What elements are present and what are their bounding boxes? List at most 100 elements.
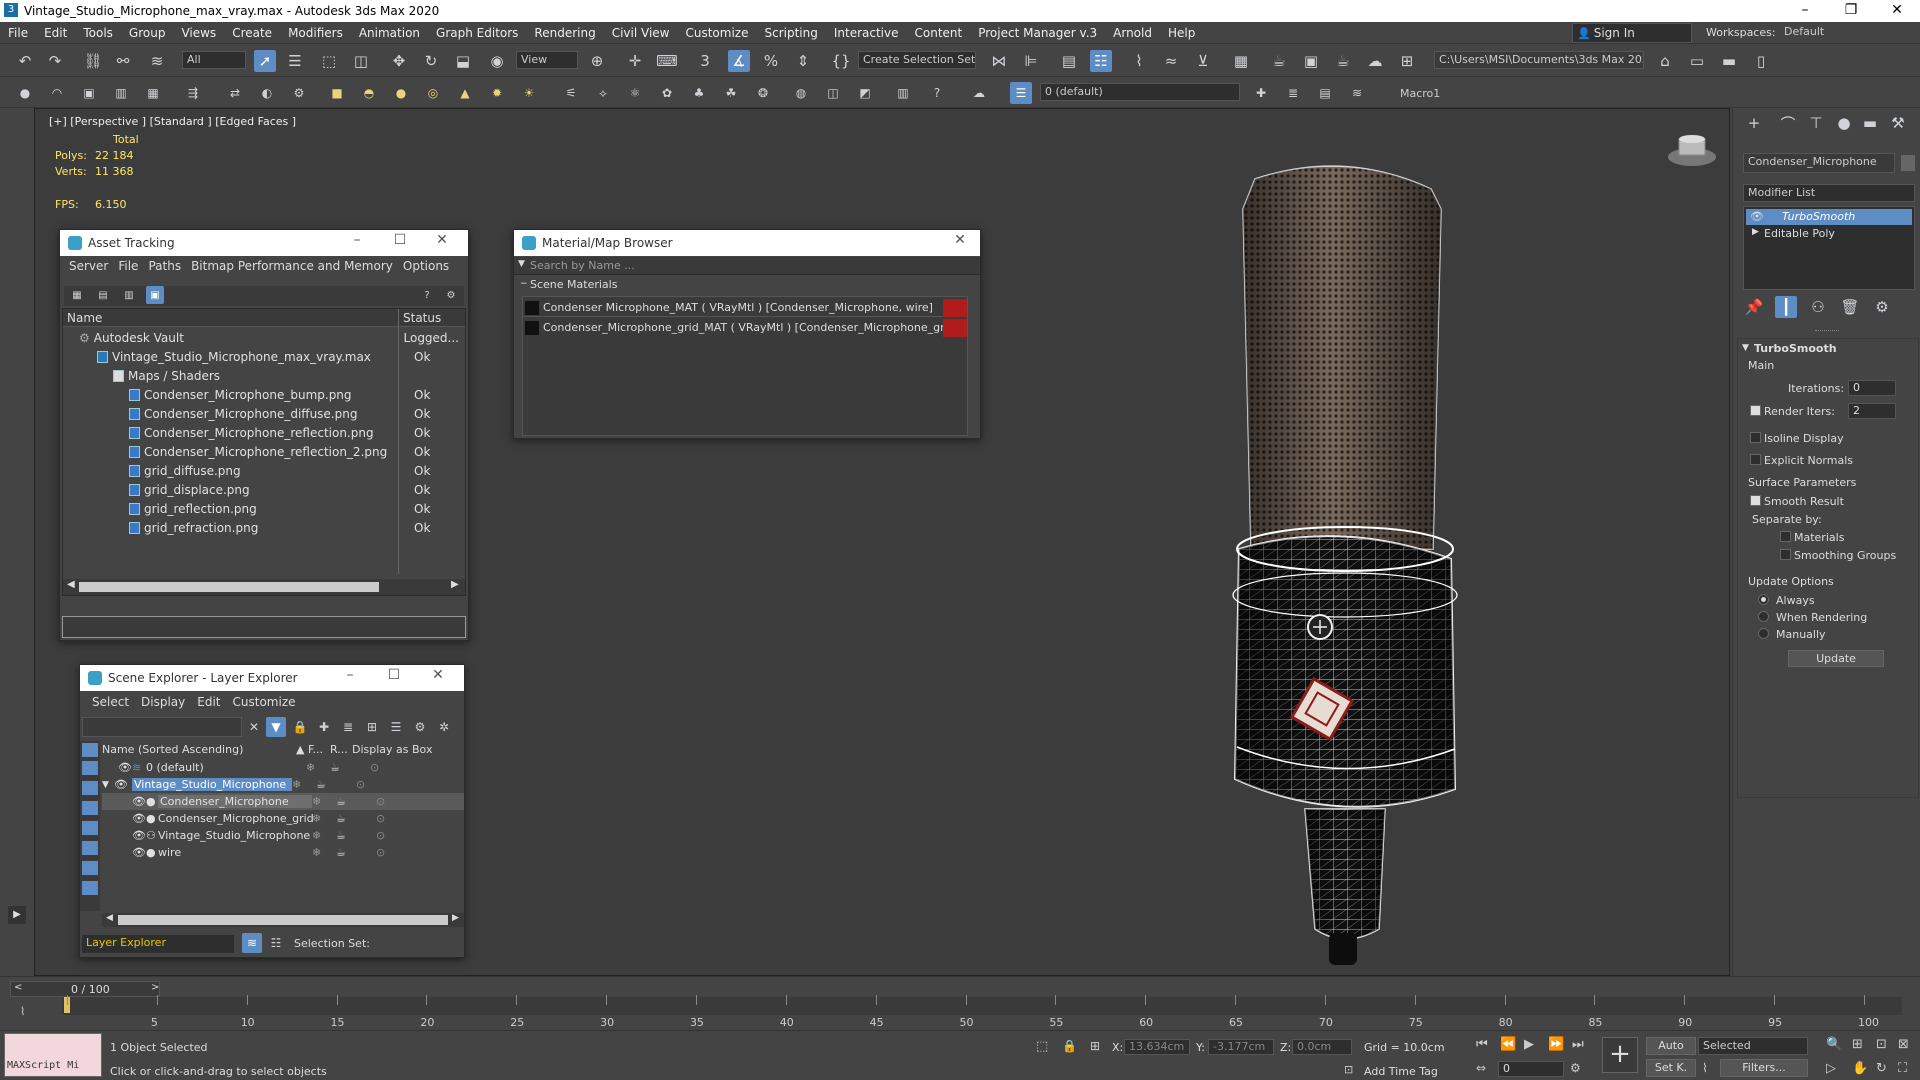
selection-filter-dropdown[interactable]: All xyxy=(182,51,246,69)
list-item[interactable]: Condenser_Microphone_bump.png Ok xyxy=(129,385,449,404)
display-lights-icon[interactable] xyxy=(82,781,98,795)
display-shapes-icon[interactable] xyxy=(82,761,98,775)
menu-interactive[interactable]: Interactive xyxy=(826,26,907,40)
minimize-button[interactable]: – xyxy=(332,667,368,683)
hierarchy-mode-icon[interactable]: ☷ xyxy=(266,933,286,953)
layer-dropdown[interactable]: 0 (default) xyxy=(1040,83,1240,101)
materials-checkbox[interactable] xyxy=(1780,531,1791,542)
table-row[interactable]: 👁 ⚇ Vintage_Studio_Microphone ❄ ☕ ⊙ xyxy=(102,827,464,844)
minimize-button[interactable]: – xyxy=(339,232,375,248)
stack-item-turbosmooth[interactable]: 👁 TurboSmooth xyxy=(1746,209,1912,225)
percent-snap-icon[interactable]: % xyxy=(760,50,782,72)
tool-l-icon[interactable]: ◩ xyxy=(854,82,876,104)
box-icon[interactable]: ⊙ xyxy=(376,829,385,842)
freeze-icon[interactable]: ❄ xyxy=(312,829,336,842)
close-button[interactable]: ✕ xyxy=(420,667,456,683)
scroll-right-icon[interactable]: ▶ xyxy=(451,579,459,590)
ref-coord-dropdown[interactable]: View xyxy=(516,51,578,69)
settings-icon[interactable]: ⚙ xyxy=(442,286,460,304)
tool-o-icon[interactable]: ☁ xyxy=(968,82,990,104)
prev-frame-icon[interactable]: < xyxy=(14,982,22,993)
selection-lock-icon[interactable]: 🔒 xyxy=(1062,1039,1077,1053)
render-icon[interactable]: ☕ xyxy=(316,778,356,791)
menu-scripting[interactable]: Scripting xyxy=(756,26,825,40)
prev-key-icon[interactable]: ⏪ xyxy=(1500,1037,1516,1052)
table-row[interactable]: 👁 ● Condenser_Microphone ❄ ☕ ⊙ xyxy=(102,793,464,810)
align-icon[interactable]: ⊫ xyxy=(1020,50,1042,72)
rendered-frame-icon[interactable]: ▣ xyxy=(1300,50,1322,72)
modifier-list-dropdown[interactable]: Modifier List xyxy=(1743,184,1915,202)
list-item[interactable]: Condenser_Microphone_reflection_2.png Ok xyxy=(129,442,449,461)
move-icon[interactable]: ✥ xyxy=(388,50,410,72)
add-to-layer-icon[interactable]: ⊞ xyxy=(362,717,382,737)
key-filters-icon[interactable]: ⌇ xyxy=(1702,1061,1708,1075)
scroll-thumb[interactable] xyxy=(118,915,448,925)
menu-customize[interactable]: Customize xyxy=(677,26,756,40)
menu-file[interactable]: File xyxy=(0,26,36,40)
menu-bitmap-performance[interactable]: Bitmap Performance and Memory xyxy=(186,259,398,273)
search-options-icon[interactable]: ▼ xyxy=(518,259,525,269)
menu-arnold[interactable]: Arnold xyxy=(1105,26,1160,40)
shapes-icon[interactable]: ◠ xyxy=(46,82,68,104)
time-tag-icon[interactable]: ⊡ xyxy=(1344,1063,1353,1076)
menu-edit[interactable]: Edit xyxy=(36,26,75,40)
expand-arrow-icon[interactable]: ▶ xyxy=(8,906,26,924)
scroll-left-icon[interactable]: ◀ xyxy=(106,913,113,923)
systems-icon[interactable]: ⇄ xyxy=(224,82,246,104)
menu-content[interactable]: Content xyxy=(907,26,971,40)
viewport-label[interactable]: [+] [Perspective ] [Standard ] [Edged Fa… xyxy=(49,115,296,128)
asset-table-icon[interactable]: ▣ xyxy=(146,286,164,304)
zoom-icon[interactable]: 🔍 xyxy=(1826,1037,1842,1052)
scroll-right-icon[interactable]: ▶ xyxy=(452,913,459,923)
project-settings-icon[interactable]: ▯ xyxy=(1750,50,1772,72)
stack-item-editable-poly[interactable]: ▶ Editable Poly xyxy=(1746,226,1912,242)
named-sel-sets-icon[interactable]: {} xyxy=(830,50,852,72)
schematic-view-icon[interactable]: ⊻ xyxy=(1192,50,1214,72)
freeze-icon[interactable]: ❄ xyxy=(312,795,336,808)
sun-icon[interactable]: ☀ xyxy=(518,82,540,104)
col-name-header[interactable]: Name xyxy=(67,311,102,325)
smooth-result-checkbox[interactable] xyxy=(1750,495,1761,506)
eye-icon[interactable]: 👁 xyxy=(118,761,132,774)
next-frame-icon[interactable]: > xyxy=(151,982,159,993)
sphere-icon[interactable]: ● xyxy=(14,82,36,104)
curve-editor-icon[interactable]: ⌇ xyxy=(1128,50,1150,72)
collapse-icon[interactable]: ▼ xyxy=(102,780,114,790)
table-row[interactable]: ▼ 👁 Vintage_Studio_Microphone ❄ ☕ ⊙ xyxy=(102,776,464,793)
col-render-header[interactable]: R... xyxy=(330,743,348,756)
menu-animation[interactable]: Animation xyxy=(351,26,428,40)
remove-modifier-icon[interactable]: 🗑 xyxy=(1839,296,1861,318)
col-box-header[interactable]: Display as Box xyxy=(352,743,432,756)
maximize-button[interactable]: ☐ xyxy=(376,667,412,683)
tool-b-icon[interactable]: ⚙ xyxy=(288,82,310,104)
make-unique-icon[interactable]: ⚇ xyxy=(1807,296,1829,318)
auto-key-button[interactable]: Auto xyxy=(1646,1037,1696,1055)
menu-paths[interactable]: Paths xyxy=(143,259,186,273)
add-time-tag-label[interactable]: Add Time Tag xyxy=(1364,1065,1438,1078)
render-icon[interactable]: ☕ xyxy=(336,846,376,859)
new-layer-icon[interactable]: ✚ xyxy=(314,717,334,737)
orbit-icon[interactable]: ↻ xyxy=(1876,1061,1887,1076)
rect-selection-icon[interactable]: ⬚ xyxy=(318,50,340,72)
pan-icon[interactable]: ✋ xyxy=(1852,1061,1868,1076)
freeze-icon[interactable]: ❄ xyxy=(292,778,316,791)
isoline-checkbox[interactable] xyxy=(1750,432,1761,443)
layer-stack-icon[interactable]: ≣ xyxy=(338,717,358,737)
render-region-icon[interactable]: ⊞ xyxy=(1396,50,1418,72)
unlink-icon[interactable]: ⚯ xyxy=(112,50,134,72)
col-status-header[interactable]: Status xyxy=(403,311,441,325)
filters-button[interactable]: Filters... xyxy=(1720,1059,1808,1077)
project-folder-icon[interactable]: ⌂ xyxy=(1654,50,1676,72)
material-search-bar[interactable]: ▼ Search by Name ... xyxy=(514,257,980,275)
list-item[interactable]: grid_refraction.png Ok xyxy=(129,518,449,537)
x-coord-field[interactable]: 13.634cm xyxy=(1124,1039,1190,1055)
tool-i-icon[interactable]: ❂ xyxy=(752,82,774,104)
box-icon[interactable]: ⊙ xyxy=(376,795,385,808)
z-coord-field[interactable]: 0.0cm xyxy=(1292,1039,1352,1055)
tool-n-icon[interactable]: ? xyxy=(926,82,948,104)
material-editor-icon[interactable]: ▦ xyxy=(1230,50,1252,72)
layer-mode-icon[interactable]: ≋ xyxy=(242,933,262,953)
tool-g-icon[interactable]: ♣ xyxy=(688,82,710,104)
display-cameras-icon[interactable] xyxy=(82,801,98,815)
asset-list-icon[interactable]: ▤ xyxy=(94,286,112,304)
